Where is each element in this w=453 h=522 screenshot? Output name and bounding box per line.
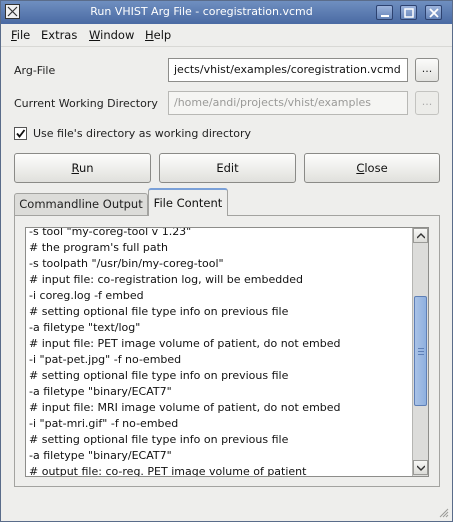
file-content-line: -i coreg.log -f embed xyxy=(29,289,144,302)
menu-file[interactable]: File xyxy=(11,28,30,42)
file-content-line: -a filetype "binary/ECAT7" xyxy=(29,385,172,398)
title-bar[interactable]: Run VHIST Arg File - coregistration.vcmd xyxy=(1,1,452,24)
cwd-label: Current Working Directory xyxy=(14,97,158,110)
file-content-line: -a filetype "binary/ECAT7" xyxy=(29,449,172,462)
menu-extras[interactable]: Extras xyxy=(41,28,77,42)
run-button[interactable]: Run xyxy=(14,153,151,183)
resize-grip-icon[interactable] xyxy=(437,506,449,518)
cwd-input[interactable]: /home/andi/projects/vhist/examples xyxy=(168,91,408,115)
window-title: Run VHIST Arg File - coregistration.vcmd xyxy=(90,5,313,18)
file-content-line: # the program's full path xyxy=(29,241,168,254)
file-content-line: # setting optional file type info on pre… xyxy=(29,369,289,382)
scroll-down-button[interactable] xyxy=(413,460,428,475)
arrow-down-icon xyxy=(417,465,425,471)
menu-bar: File Extras Window Help xyxy=(1,24,452,47)
argfile-input[interactable]: jects/vhist/examples/coregistration.vcmd xyxy=(168,58,408,82)
app-icon xyxy=(5,4,20,19)
file-content-line: # output file: co-reg. PET image volume … xyxy=(29,465,307,477)
edit-button[interactable]: Edit xyxy=(159,153,296,183)
file-content-line: -s tool "my-coreg-tool v 1.23" xyxy=(29,227,192,238)
file-content-line: -a filetype "text/log" xyxy=(29,321,141,334)
tab-file-content[interactable]: File Content xyxy=(148,188,228,216)
file-content-line: # input file: MRI image volume of patien… xyxy=(29,401,341,414)
file-content-view[interactable]: -s tool "my-coreg-tool v 1.23" # the prog… xyxy=(25,227,429,477)
cwd-browse-button[interactable]: ... xyxy=(415,91,439,115)
argfile-browse-button[interactable]: ... xyxy=(415,58,439,82)
menu-window[interactable]: Window xyxy=(89,28,134,42)
vertical-scrollbar[interactable] xyxy=(412,228,428,476)
file-content-line: # input file: co-registration log, will … xyxy=(29,273,303,286)
file-content-lines: -s tool "my-coreg-tool v 1.23" # the prog… xyxy=(29,227,411,477)
scroll-up-button[interactable] xyxy=(413,228,428,243)
file-content-line: -i "pat-mri.gif" -f no-embed xyxy=(29,417,179,430)
use-file-dir-label[interactable]: Use file's directory as working director… xyxy=(33,127,251,140)
file-content-line: -s toolpath "/usr/bin/my-coreg-tool" xyxy=(29,257,224,270)
file-content-line: # input file: PET image volume of patien… xyxy=(29,337,341,350)
file-content-line: # setting optional file type info on pre… xyxy=(29,305,289,318)
scroll-thumb[interactable] xyxy=(414,296,427,406)
maximize-button[interactable] xyxy=(400,5,417,20)
menu-help[interactable]: Help xyxy=(145,28,171,42)
close-button[interactable]: Close xyxy=(304,153,440,183)
use-file-dir-checkbox[interactable] xyxy=(14,127,27,140)
argfile-label: Arg-File xyxy=(14,64,56,77)
arrow-up-icon xyxy=(417,233,425,239)
checkmark-icon xyxy=(16,129,26,138)
app-window: Run VHIST Arg File - coregistration.vcmd… xyxy=(0,0,453,522)
file-content-line: -i "pat-pet.jpg" -f no-embed xyxy=(29,353,182,366)
minimize-button[interactable] xyxy=(376,5,393,20)
tab-commandline-output[interactable]: Commandline Output xyxy=(14,193,148,215)
close-window-button[interactable] xyxy=(425,5,442,20)
file-content-line: # setting optional file type info on pre… xyxy=(29,433,289,446)
